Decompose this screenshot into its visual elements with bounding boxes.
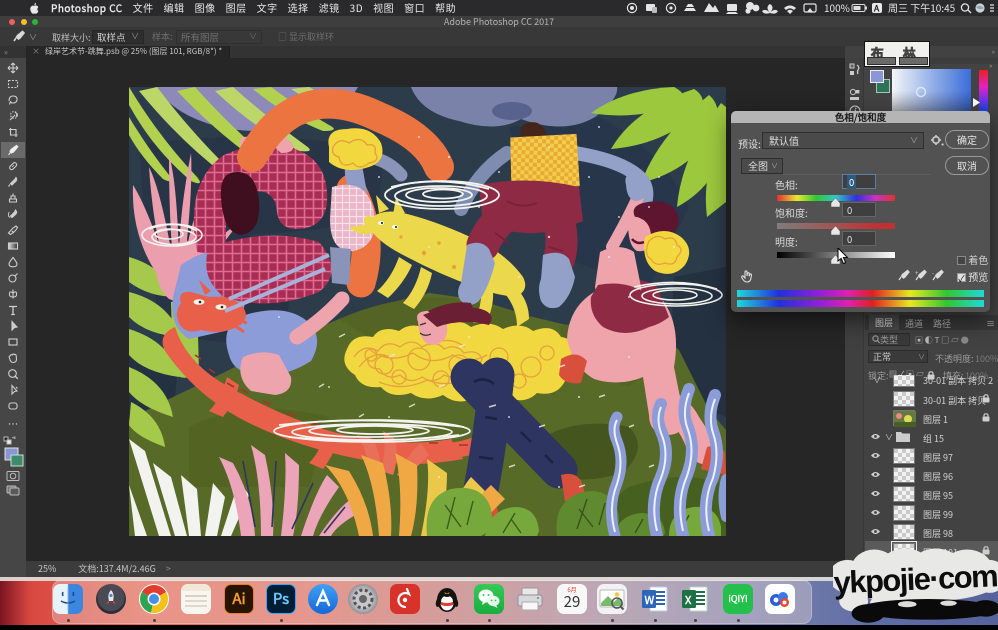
svg-text:周三 下午10:45: 周三 下午10:45 <box>888 0 956 15</box>
svg-text:ykpojie·com: ykpojie·com <box>833 558 998 600</box>
svg-text:-: - <box>932 269 934 277</box>
svg-text:W: W <box>645 592 655 608</box>
svg-text:100%: 100% <box>824 0 850 15</box>
svg-text:X: X <box>684 592 692 608</box>
svg-text:A: A <box>873 3 880 15</box>
